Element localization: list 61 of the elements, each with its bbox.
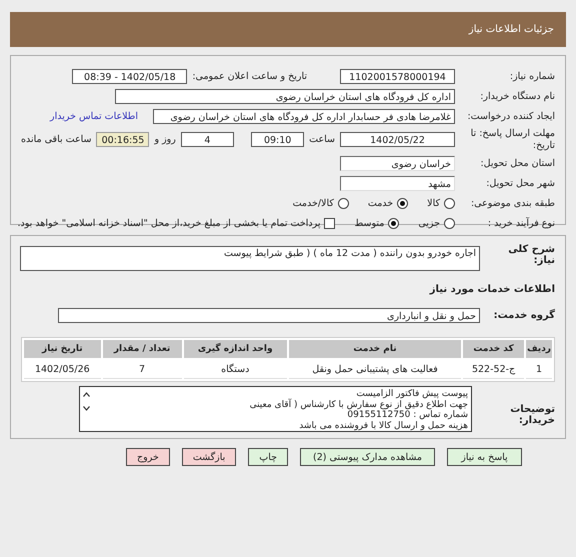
remaining-time-field: 00:16:55 (96, 132, 150, 147)
notes-textarea[interactable]: پیوست پیش فاکتور الزامیست جهت اطلاع دقیق از نوع سفارش با کارشناس ( آقای معینی شماره تماس : 09155112750 هزینه حمل و ارسال کالا با فروشنده می باشد (79, 386, 472, 432)
column-header: نام خدمت (288, 340, 462, 358)
field-label: روز و (154, 134, 176, 145)
radio-button[interactable] (444, 198, 455, 208)
action-button[interactable]: چاپ (248, 448, 288, 466)
requester-field: غلامرضا هادی فر حسابدار اداره کل فرودگاه های استان خراسان رضوی (153, 108, 455, 124)
column-header: واحد اندازه گیری (184, 340, 287, 358)
field-label: ساعت باقی مانده (21, 134, 92, 145)
column-header: ردیف (526, 340, 552, 358)
action-button[interactable]: مشاهده مدارک پیوستی (2) (300, 448, 435, 466)
contact-link[interactable]: اطلاعات تماس خریدار (50, 110, 138, 122)
section-title: اطلاعات خدمات مورد نیاز (428, 284, 555, 295)
column-header: تعداد / مقدار (102, 340, 182, 358)
need-number-field: 1102001578000194 (340, 68, 455, 84)
column-header: کد خدمت (463, 340, 524, 358)
process-radio[interactable]: جزیی (418, 218, 455, 228)
radio-label: متوسط (354, 218, 384, 228)
checkbox-label: پرداخت تمام یا بخشی از مبلغ خرید،از محل "اسناد خزانه اسلامی" خواهد بود. (18, 218, 320, 228)
radio-label: کالا/خدمت (292, 198, 334, 208)
province-field: خراسان رضوی (340, 156, 455, 170)
field-label: شرح کلی نیاز: (507, 244, 555, 266)
radio-button[interactable] (388, 218, 400, 228)
field-label: نام دستگاه خریدار: (479, 90, 555, 102)
field-label: استان محل تحویل: (479, 158, 555, 168)
summary-field: اجاره خودرو بدون راننده ( مدت 12 ماه ) ( طبق شرایط پیوست (20, 246, 480, 271)
field-label: شماره نیاز: (508, 70, 555, 82)
radio-button[interactable] (397, 198, 408, 208)
action-button[interactable]: بازگشت (182, 448, 236, 466)
field-label: ساعت (309, 134, 335, 145)
field-label: ایجاد کننده درخواست: (466, 110, 555, 122)
field-label: نوع فرآیند خرید : (486, 218, 555, 228)
buyer-org-field: اداره کل فرودگاه های استان خراسان رضوی (115, 88, 455, 104)
category-radio[interactable]: کالا/خدمت (292, 198, 349, 208)
column-header: تاریخ نیاز (24, 340, 101, 358)
process-radio[interactable]: متوسط (354, 218, 400, 228)
radio-label: جزیی (418, 218, 440, 228)
field-label: شهر محل تحویل: (485, 178, 555, 188)
field-label: مهلت ارسال پاسخ: تا تاریخ: (470, 128, 555, 152)
scroll-down-icon[interactable] (83, 406, 90, 411)
service-group-field: حمل و نقل و انبارداری (58, 308, 480, 322)
days-field: 4 (180, 132, 234, 147)
field-label: توضیحات خریدار: (509, 404, 555, 426)
category-radio[interactable]: کالا (427, 198, 455, 208)
radio-button[interactable] (338, 198, 349, 208)
city-field: مشهد (340, 176, 455, 190)
field-label: تاریخ و ساعت اعلان عمومی: (192, 70, 307, 82)
deadline-date-field: 1402/05/22 (340, 132, 455, 147)
announce-date-field: 1402/05/18 - 08:39 (72, 68, 188, 84)
radio-label: خدمت (368, 198, 394, 208)
field-label: گروه خدمت: (492, 310, 555, 320)
radio-button[interactable] (444, 218, 455, 228)
radio-label: کالا (427, 198, 440, 208)
scroll-up-icon[interactable] (83, 392, 90, 397)
action-button[interactable]: خروج (126, 448, 170, 466)
field-label: طبقه بندی موضوعی: (470, 198, 555, 208)
deadline-time-field: 09:10 (251, 132, 304, 147)
payment-checkbox[interactable] (324, 218, 336, 228)
action-button[interactable]: پاسخ به نیاز (447, 448, 522, 466)
category-radio[interactable]: خدمت (368, 198, 408, 208)
page-title: جزئیات اطلاعات نیاز (468, 24, 554, 35)
